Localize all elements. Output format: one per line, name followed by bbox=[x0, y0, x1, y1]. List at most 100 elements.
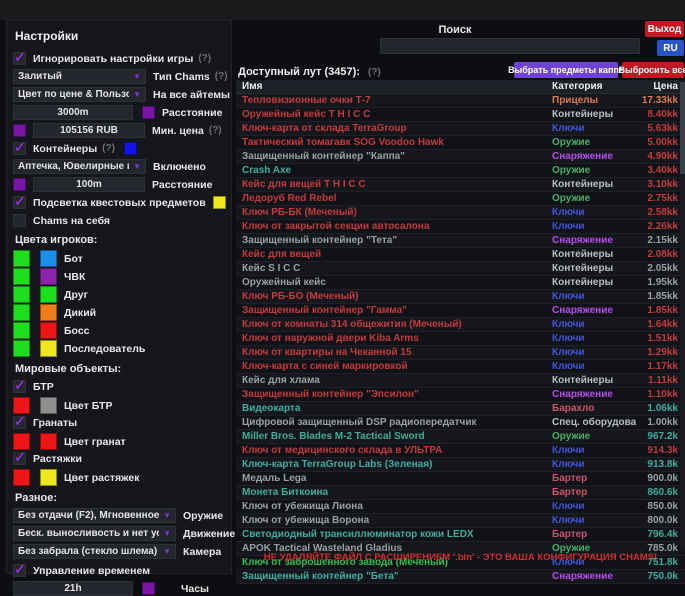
table-row[interactable]: Кейс для вещей T H I C C Контейнеры 3.10… bbox=[236, 178, 685, 192]
scrollbar-thumb[interactable] bbox=[680, 82, 685, 174]
settings-panel: Настройки Игнорировать настройки игры (?… bbox=[6, 20, 232, 574]
hidden-color-swatch[interactable] bbox=[40, 322, 57, 339]
help-icon[interactable]: (?) bbox=[209, 125, 222, 136]
help-icon[interactable]: (?) bbox=[198, 53, 211, 64]
table-row[interactable]: Светодиодный трансиллюминатор кожи LEDX … bbox=[236, 528, 685, 542]
loot-table: Имя Категория Цена Тепловизионные очки Т… bbox=[236, 80, 685, 584]
btr-color-swatch-1[interactable] bbox=[13, 397, 30, 414]
table-row[interactable]: Miller Bros. Blades M-2 Tactical Sword О… bbox=[236, 430, 685, 444]
containers-color-swatch[interactable] bbox=[124, 142, 137, 155]
table-row[interactable]: Защищенный контейнер "Тета" Снаряжение 2… bbox=[236, 234, 685, 248]
visible-color-swatch[interactable] bbox=[13, 322, 30, 339]
hidden-color-swatch[interactable] bbox=[40, 268, 57, 285]
setting-self-chams: Chams на себя bbox=[13, 213, 225, 228]
table-row[interactable]: Ключ-карта с синей маркировкой Ключи 1.1… bbox=[236, 360, 685, 374]
exit-button[interactable]: Выход bbox=[645, 21, 684, 37]
tripwires-checkbox[interactable] bbox=[13, 452, 26, 465]
column-header-price[interactable]: Цена bbox=[636, 81, 678, 92]
item-distance-input[interactable]: 3000m bbox=[13, 105, 133, 120]
min-price-input[interactable]: 105156 RUB bbox=[33, 123, 145, 138]
table-row[interactable]: Оружейный кейс Контейнеры 1.95kk bbox=[236, 276, 685, 290]
visible-color-swatch[interactable] bbox=[13, 304, 30, 321]
hidden-color-swatch[interactable] bbox=[40, 250, 57, 267]
column-header-category[interactable]: Категория bbox=[552, 81, 636, 92]
item-color-mode-dropdown[interactable]: Цвет по цене & Пользователь ▼ bbox=[13, 87, 146, 102]
table-row[interactable]: Ключ РБ-БК (Меченый) Ключи 2.58kk bbox=[236, 206, 685, 220]
container-distance-input[interactable]: 100m bbox=[33, 177, 145, 192]
table-row[interactable]: Защищенный контейнер "Гамма" Снаряжение … bbox=[236, 304, 685, 318]
table-row[interactable]: Ледоруб Red Rebel Оружие 2.75kk bbox=[236, 192, 685, 206]
min-price-color-swatch[interactable] bbox=[13, 124, 26, 137]
category-filter-dropdown[interactable]: Аптечка, Ювелирные и... ▼ bbox=[13, 159, 146, 174]
ignore-game-checkbox[interactable] bbox=[13, 52, 26, 65]
table-row[interactable]: Ключ-карта TerraGroup Labs (Зеленая) Клю… bbox=[236, 458, 685, 472]
table-row[interactable]: Видеокарта Барахло 1.06kk bbox=[236, 402, 685, 416]
visible-color-swatch[interactable] bbox=[13, 340, 30, 357]
hidden-color-swatch[interactable] bbox=[40, 304, 57, 321]
column-header-name[interactable]: Имя bbox=[236, 81, 552, 92]
table-row[interactable]: Защищенный контейнер "Бета" Снаряжение 7… bbox=[236, 570, 685, 584]
tripwire-color-swatch-2[interactable] bbox=[40, 469, 57, 486]
grenades-checkbox[interactable] bbox=[13, 416, 26, 429]
weapon-dropdown[interactable]: Без отдачи (F2), Мгновенное п ▼ bbox=[13, 508, 176, 523]
quest-highlight-color-swatch[interactable] bbox=[213, 196, 226, 209]
visible-color-swatch[interactable] bbox=[13, 286, 30, 303]
btr-checkbox[interactable] bbox=[13, 380, 26, 393]
visible-color-swatch[interactable] bbox=[13, 268, 30, 285]
help-icon[interactable]: (?) bbox=[368, 67, 381, 78]
table-row[interactable]: Защищенный контейнер "Эпсилон" Снаряжени… bbox=[236, 388, 685, 402]
item-name: Медаль Lega bbox=[236, 473, 552, 484]
table-row[interactable]: Crash Axe Оружие 3.40kk bbox=[236, 164, 685, 178]
item-category: Контейнеры bbox=[552, 179, 636, 190]
item-price: 17.33kk bbox=[636, 95, 678, 106]
hidden-color-swatch[interactable] bbox=[40, 340, 57, 357]
table-row[interactable]: Ключ от закрытой секции автосалона Ключи… bbox=[236, 220, 685, 234]
grenade-color-swatch-1[interactable] bbox=[13, 433, 30, 450]
hidden-color-swatch[interactable] bbox=[40, 286, 57, 303]
table-row[interactable]: Ключ РБ-БО (Меченый) Ключи 1.85kk bbox=[236, 290, 685, 304]
item-name: Защищенный контейнер "Каппа" bbox=[236, 151, 552, 162]
setting-min-price: 105156 RUB Мин. цена (?) bbox=[13, 123, 225, 138]
help-icon[interactable]: (?) bbox=[215, 71, 228, 82]
movement-dropdown[interactable]: Беск. выносливость и нет уста ▼ bbox=[13, 526, 176, 541]
time-control-checkbox[interactable] bbox=[13, 564, 26, 577]
item-price: 1.10kk bbox=[636, 389, 678, 400]
drop-all-button[interactable]: Выбросить все bbox=[622, 62, 684, 78]
help-icon[interactable]: (?) bbox=[102, 143, 115, 154]
table-row[interactable]: Монета Биткоина Бартер 860.6k bbox=[236, 486, 685, 500]
table-row[interactable]: Тактический томагавк SOG Voodoo Hawk Ору… bbox=[236, 136, 685, 150]
quest-highlight-checkbox[interactable] bbox=[13, 196, 26, 209]
table-row[interactable]: Защищенный контейнер "Каппа" Снаряжение … bbox=[236, 150, 685, 164]
hours-input[interactable]: 21h bbox=[13, 581, 133, 596]
chams-type-dropdown[interactable]: Залитый ▼ bbox=[13, 69, 146, 84]
table-row[interactable]: Кейс S I C C Контейнеры 2.05kk bbox=[236, 262, 685, 276]
language-button[interactable]: RU bbox=[657, 40, 684, 56]
container-distance-color-swatch[interactable] bbox=[13, 178, 26, 191]
hours-color-swatch[interactable] bbox=[142, 582, 155, 595]
visible-color-swatch[interactable] bbox=[13, 250, 30, 267]
item-category: Снаряжение bbox=[552, 305, 636, 316]
table-row[interactable]: Ключ от комнаты 314 общежития (Меченый) … bbox=[236, 318, 685, 332]
btr-color-swatch-2[interactable] bbox=[40, 397, 57, 414]
self-chams-checkbox[interactable] bbox=[13, 214, 26, 227]
item-category: Контейнеры bbox=[552, 249, 636, 260]
table-row[interactable]: Медаль Lega Бартер 900.0k bbox=[236, 472, 685, 486]
table-row[interactable]: Ключ от наружной двери Kiba Arms Ключи 1… bbox=[236, 332, 685, 346]
table-row[interactable]: Ключ от квартиры на Чеканной 15 Ключи 1.… bbox=[236, 346, 685, 360]
search-input[interactable] bbox=[380, 38, 640, 54]
tripwire-color-swatch-1[interactable] bbox=[13, 469, 30, 486]
table-row[interactable]: Ключ от медицинского склада в УЛЬТРА Клю… bbox=[236, 444, 685, 458]
table-row[interactable]: Тепловизионные очки Т-7 Прицелы 17.33kk bbox=[236, 94, 685, 108]
table-row[interactable]: Кейс для хлама Контейнеры 1.11kk bbox=[236, 374, 685, 388]
table-row[interactable]: Ключ-карта от склада TerraGroup Ключи 5.… bbox=[236, 122, 685, 136]
table-row[interactable]: Ключ от убежища Лиона Ключи 850.0k bbox=[236, 500, 685, 514]
table-row[interactable]: Оружейный кейс T H I C C Контейнеры 8.40… bbox=[236, 108, 685, 122]
grenade-color-swatch-2[interactable] bbox=[40, 433, 57, 450]
camera-dropdown[interactable]: Без забрала (стекло шлема) ▼ bbox=[13, 544, 176, 559]
table-row[interactable]: Ключ от убежища Ворона Ключи 800.0k bbox=[236, 514, 685, 528]
table-row[interactable]: Кейс для вещей Контейнеры 2.08kk bbox=[236, 248, 685, 262]
containers-checkbox[interactable] bbox=[13, 142, 26, 155]
item-distance-color-swatch[interactable] bbox=[142, 106, 155, 119]
select-kappa-items-button[interactable]: Выбрать предметы каппа bbox=[514, 62, 618, 78]
table-row[interactable]: Цифровой защищенный DSP радиопередатчик … bbox=[236, 416, 685, 430]
